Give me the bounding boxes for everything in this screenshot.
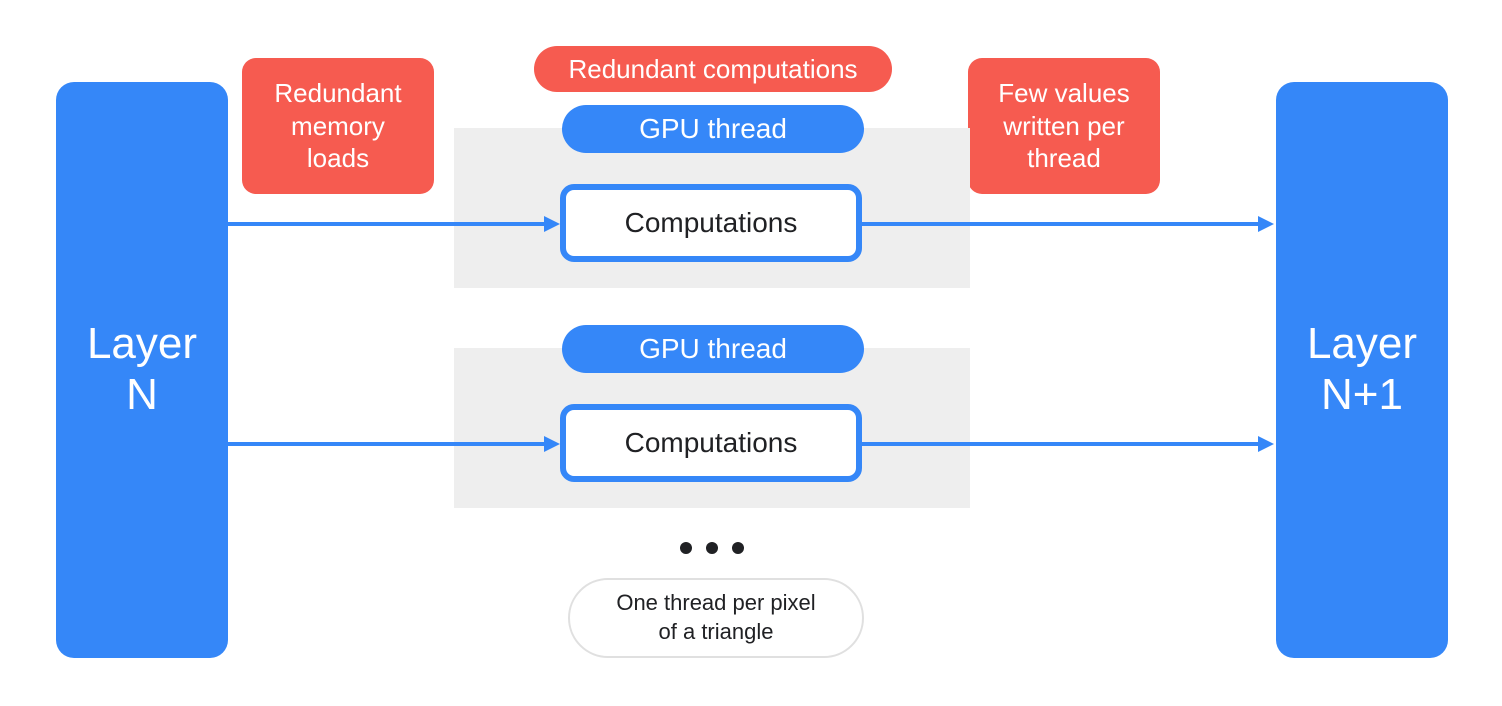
callout-redundant-computations: Redundant computations — [534, 46, 892, 92]
callout-redundant-loads: Redundant memory loads — [242, 58, 434, 194]
computations-box-1-text: Computations — [625, 207, 798, 239]
gpu-thread-pill-2: GPU thread — [562, 325, 864, 373]
ellipsis-dot-2 — [706, 542, 718, 554]
arrow-2-right-head — [1258, 436, 1274, 452]
footnote-text: One thread per pixel of a triangle — [616, 589, 815, 646]
gpu-thread-pill-1: GPU thread — [562, 105, 864, 153]
layer-n1-block: Layer N+1 — [1276, 82, 1448, 658]
ellipsis-dot-3 — [732, 542, 744, 554]
callout-few-values-text: Few values written per thread — [998, 77, 1130, 175]
ellipsis-dot-1 — [680, 542, 692, 554]
callout-redundant-computations-text: Redundant computations — [568, 54, 857, 85]
arrow-1-right — [862, 222, 1260, 226]
arrow-1-left — [228, 222, 546, 226]
computations-box-1: Computations — [560, 184, 862, 262]
arrow-2-left — [228, 442, 546, 446]
gpu-thread-pill-1-text: GPU thread — [639, 113, 787, 145]
layer-n1-label: Layer N+1 — [1307, 319, 1417, 420]
layer-n-label: Layer N — [87, 319, 197, 420]
footnote-pill: One thread per pixel of a triangle — [568, 578, 864, 658]
computations-box-2: Computations — [560, 404, 862, 482]
arrow-1-left-head — [544, 216, 560, 232]
callout-few-values: Few values written per thread — [968, 58, 1160, 194]
arrow-2-right — [862, 442, 1260, 446]
computations-box-2-text: Computations — [625, 427, 798, 459]
gpu-thread-pill-2-text: GPU thread — [639, 333, 787, 365]
layer-n-block: Layer N — [56, 82, 228, 658]
callout-redundant-loads-text: Redundant memory loads — [274, 77, 401, 175]
arrow-2-left-head — [544, 436, 560, 452]
arrow-1-right-head — [1258, 216, 1274, 232]
